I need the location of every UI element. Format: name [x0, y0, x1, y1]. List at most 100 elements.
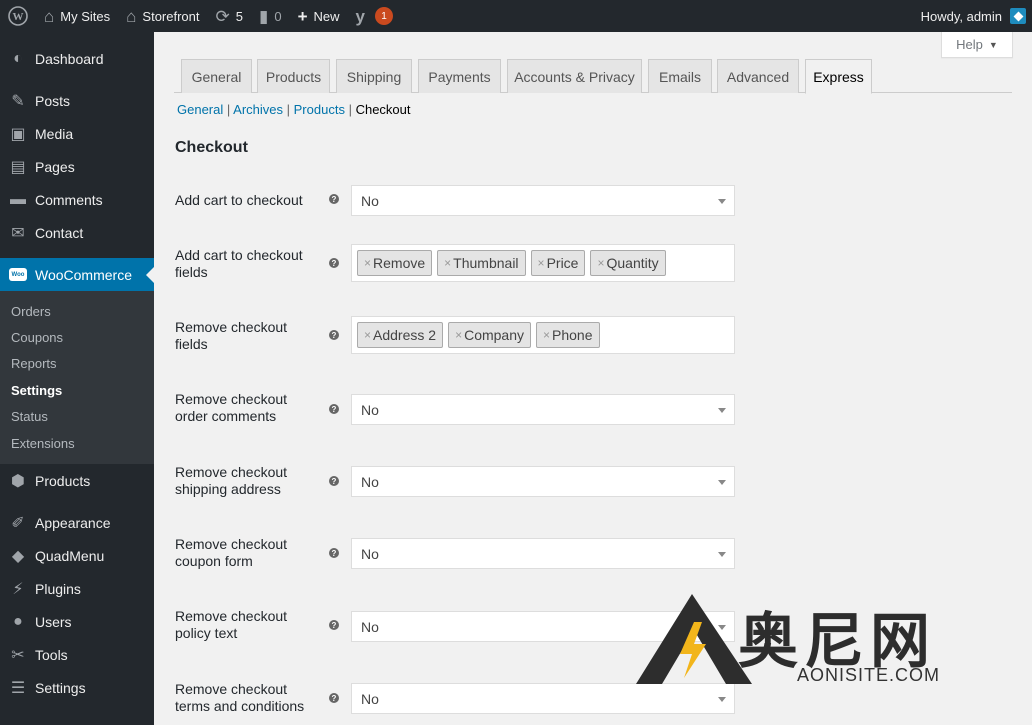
sidebar-item-label: Comments: [35, 191, 103, 208]
sidebar-item-woocommerce[interactable]: Woo WooCommerce: [0, 258, 154, 291]
media-icon: ▣: [10, 125, 26, 143]
sidebar-item-label: Media: [35, 125, 74, 142]
help-tip-icon[interactable]: ?: [329, 404, 339, 414]
howdy-label[interactable]: Howdy, admin: [921, 9, 1002, 24]
tag-address-2[interactable]: × Address 2: [357, 322, 444, 348]
tag-company[interactable]: × Company: [448, 322, 531, 348]
tag-label: Remove: [373, 255, 426, 271]
help-tab-button[interactable]: Help ▼: [941, 32, 1013, 58]
woocommerce-icon: Woo: [9, 266, 27, 284]
submenu-item-extensions[interactable]: Extensions: [0, 430, 154, 456]
sidebar-item-dashboard[interactable]: ◐ Dashboard: [0, 42, 154, 75]
subnav-products[interactable]: Products: [294, 102, 345, 117]
tab-advanced[interactable]: Advanced: [717, 59, 799, 93]
yoast-icon: y: [355, 6, 365, 26]
remove-x-icon[interactable]: ×: [597, 256, 604, 270]
remove-x-icon[interactable]: ×: [444, 256, 451, 270]
help-tip-icon[interactable]: ?: [329, 476, 339, 486]
tag-label: Phone: [552, 327, 593, 343]
remove-x-icon[interactable]: ×: [455, 328, 462, 342]
remove-shipping-address-select[interactable]: No: [351, 466, 735, 497]
add-cart-fields-multiselect[interactable]: × Remove × Thumbnail × Price × Quantity: [351, 244, 735, 282]
remove-coupon-form-select[interactable]: No: [351, 538, 735, 569]
sidebar-item-label: Settings: [35, 679, 86, 696]
wordpress-logo-button[interactable]: W: [0, 0, 36, 32]
avatar[interactable]: [1010, 8, 1026, 24]
help-tip-icon[interactable]: ?: [329, 194, 339, 204]
site-name-label: Storefront: [142, 8, 200, 24]
chevron-down-icon: [718, 697, 726, 702]
comments-menu[interactable]: ▮ 0: [251, 0, 290, 32]
select-value: No: [361, 690, 379, 707]
sidebar-item-contact[interactable]: ✉ Contact: [0, 216, 154, 249]
remove-checkout-fields-multiselect[interactable]: × Address 2 × Company × Phone: [351, 316, 735, 354]
sidebar-item-products[interactable]: ⬢ Products: [0, 464, 154, 497]
submenu-item-settings[interactable]: Settings: [0, 377, 154, 403]
updates-menu[interactable]: ⟳ 5: [208, 0, 251, 32]
field-label-remove-checkout-fields: Remove checkout fields: [175, 319, 288, 352]
subnav-general[interactable]: General: [177, 102, 223, 117]
sidebar-item-media[interactable]: ▣ Media: [0, 117, 154, 150]
tab-emails[interactable]: Emails: [648, 59, 712, 93]
admin-bar: W ⌂ My Sites ⌂ Storefront ⟳ 5 ▮ 0 + New …: [0, 0, 1032, 32]
help-tip-icon[interactable]: ?: [329, 548, 339, 558]
subnav-divider: |: [348, 102, 356, 117]
tab-accounts-privacy[interactable]: Accounts & Privacy: [507, 59, 642, 93]
sidebar-item-comments[interactable]: ▬ Comments: [0, 183, 154, 216]
submenu-item-orders[interactable]: Orders: [0, 298, 154, 324]
submenu-item-status[interactable]: Status: [0, 404, 154, 430]
add-cart-to-checkout-select[interactable]: No: [351, 185, 735, 216]
tag-phone[interactable]: × Phone: [536, 322, 600, 348]
remove-x-icon[interactable]: ×: [364, 328, 371, 342]
help-tip-icon[interactable]: ?: [329, 330, 339, 340]
tab-general[interactable]: General: [181, 59, 252, 93]
remove-x-icon[interactable]: ×: [538, 256, 545, 270]
select-value: No: [361, 401, 379, 418]
sidebar-item-appearance[interactable]: ✐ Appearance: [0, 506, 154, 539]
sidebar-item-label: Dashboard: [35, 50, 104, 67]
sidebar-item-label: Appearance: [35, 514, 111, 531]
tag-quantity[interactable]: × Quantity: [590, 250, 666, 276]
sidebar-item-pages[interactable]: ▤ Pages: [0, 150, 154, 183]
help-tip-icon[interactable]: ?: [329, 258, 339, 268]
new-content-menu[interactable]: + New: [290, 0, 348, 32]
field-label-remove-terms: Remove checkout terms and conditions: [175, 681, 305, 714]
tab-products[interactable]: Products: [257, 59, 330, 93]
sidebar-item-settings[interactable]: ☰ Settings: [0, 671, 154, 704]
sidebar-item-users[interactable]: ● Users: [0, 605, 154, 638]
comments-count: 0: [274, 8, 282, 24]
sidebar-item-posts[interactable]: ✎ Posts: [0, 84, 154, 117]
tab-shipping[interactable]: Shipping: [336, 59, 412, 93]
field-label-add-cart-fields: Add cart to checkout fields: [175, 247, 303, 280]
remove-order-comments-select[interactable]: No: [351, 394, 735, 425]
help-tip-icon[interactable]: ?: [329, 693, 339, 703]
plus-icon: +: [297, 6, 308, 26]
submenu-item-coupons[interactable]: Coupons: [0, 324, 154, 350]
sidebar-item-label: Users: [35, 613, 72, 630]
remove-x-icon[interactable]: ×: [364, 256, 371, 270]
envelope-icon: ✉: [11, 224, 25, 242]
submenu-item-reports[interactable]: Reports: [0, 351, 154, 377]
sidebar-item-tools[interactable]: ✂ Tools: [0, 638, 154, 671]
my-sites-menu[interactable]: ⌂ My Sites: [36, 0, 118, 32]
field-label-remove-shipping-address: Remove checkout shipping address: [175, 464, 288, 497]
brush-icon: ✐: [11, 514, 25, 532]
select-value: No: [361, 473, 379, 490]
site-name-menu[interactable]: ⌂ Storefront: [118, 0, 207, 32]
remove-x-icon[interactable]: ×: [543, 328, 550, 342]
select-value: No: [361, 192, 379, 209]
watermark-subtext: AONISITE.COM: [797, 665, 941, 685]
tab-express[interactable]: Express: [805, 59, 872, 94]
tag-price[interactable]: × Price: [530, 250, 586, 276]
settings-tabs: General Products Shipping Payments Accou…: [174, 58, 1012, 94]
field-label-remove-order-comments: Remove checkout order comments: [175, 391, 288, 424]
tab-payments[interactable]: Payments: [418, 59, 501, 93]
tag-thumbnail[interactable]: × Thumbnail: [437, 250, 526, 276]
subnav-archives[interactable]: Archives: [233, 102, 283, 117]
sidebar-item-quadmenu[interactable]: ◆ QuadMenu: [0, 539, 154, 572]
yoast-menu[interactable]: y 1: [348, 0, 401, 32]
help-tip-icon[interactable]: ?: [329, 620, 339, 630]
sidebar-item-plugins[interactable]: ⚡ Plugins: [0, 572, 154, 605]
tag-remove[interactable]: × Remove: [357, 250, 433, 276]
sidebar-item-label: WooCommerce: [35, 266, 132, 283]
